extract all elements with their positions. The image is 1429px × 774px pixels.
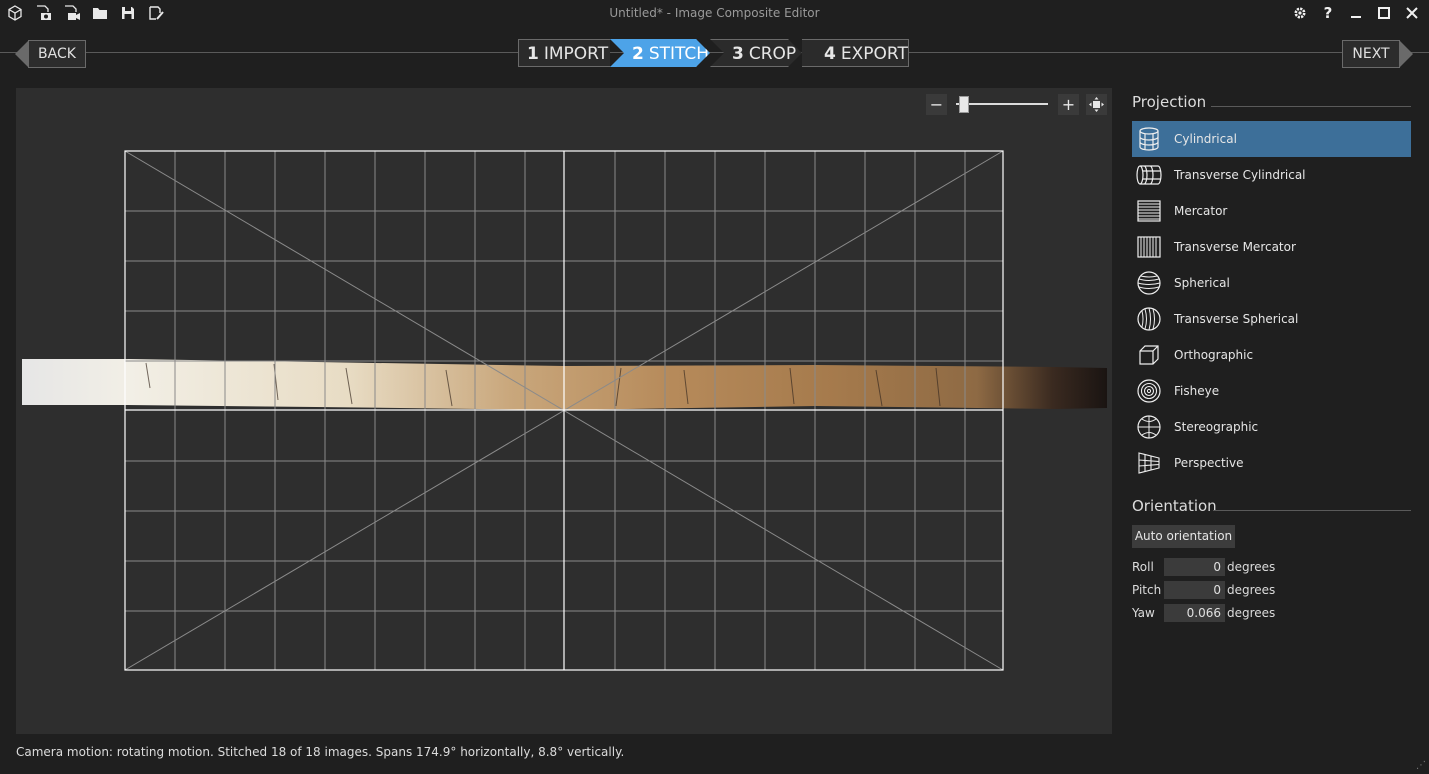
maximize-icon[interactable] (1371, 3, 1397, 23)
pitch-unit: degrees (1227, 583, 1276, 597)
projection-mercator[interactable]: Mercator (1132, 193, 1411, 229)
auto-orientation-button[interactable]: Auto orientation (1132, 525, 1235, 548)
back-button[interactable]: BACK (28, 40, 86, 68)
minimize-icon[interactable] (1343, 3, 1369, 23)
step-number: 1 (527, 44, 539, 64)
new-from-camera-icon[interactable] (35, 4, 53, 22)
step-label: EXPORT (840, 44, 908, 64)
zoom-slider[interactable] (956, 103, 1048, 105)
projection-label: Perspective (1174, 456, 1244, 470)
yaw-unit: degrees (1227, 606, 1276, 620)
spherical-icon (1137, 271, 1161, 295)
help-icon[interactable]: ? (1315, 3, 1341, 23)
orientation-title: Orientation (1132, 497, 1217, 515)
projection-grid (22, 150, 1107, 671)
step-export[interactable]: 4 EXPORT (802, 39, 909, 67)
projection-stereographic[interactable]: Stereographic (1132, 409, 1411, 445)
yaw-input[interactable]: 0.066 (1164, 604, 1225, 622)
zoom-out-button[interactable]: − (926, 94, 947, 115)
zoom-slider-thumb[interactable] (959, 96, 970, 113)
projection-label: Cylindrical (1174, 132, 1237, 146)
new-project-icon[interactable] (6, 4, 24, 22)
projection-divider (1211, 106, 1411, 107)
zoom-in-button[interactable]: + (1058, 94, 1079, 115)
transverse-mercator-icon (1137, 236, 1161, 258)
step-crop[interactable]: 3 CROP (710, 39, 802, 67)
projection-orthographic[interactable]: Orthographic (1132, 337, 1411, 373)
resize-grip-icon[interactable]: ⋰ (1416, 760, 1426, 771)
yaw-label: Yaw (1132, 606, 1155, 620)
orthographic-icon (1139, 345, 1159, 365)
projection-spherical[interactable]: Spherical (1132, 265, 1411, 301)
fit-to-window-icon[interactable] (1086, 94, 1107, 115)
projection-label: Orthographic (1174, 348, 1254, 362)
save-icon[interactable] (119, 4, 137, 22)
step-stitch[interactable]: 2 STITCH (610, 39, 710, 67)
perspective-icon (1138, 452, 1160, 474)
new-from-video-icon[interactable] (63, 4, 81, 22)
settings-icon[interactable] (1287, 3, 1313, 23)
pitch-label: Pitch (1132, 583, 1162, 597)
fisheye-icon (1137, 379, 1161, 403)
open-icon[interactable] (91, 4, 109, 22)
projection-perspective[interactable]: Perspective (1132, 445, 1411, 481)
nav-divider (0, 52, 1429, 53)
step-number: 3 (732, 44, 744, 64)
next-button[interactable]: NEXT (1342, 40, 1400, 68)
stereographic-icon (1137, 415, 1161, 439)
cylindrical-icon (1139, 127, 1159, 151)
step-label: STITCH (648, 44, 710, 64)
roll-input[interactable]: 0 (1164, 558, 1225, 576)
transverse-cylindrical-icon (1136, 165, 1162, 185)
stitch-preview-canvas[interactable] (16, 88, 1112, 734)
status-text: Camera motion: rotating motion. Stitched… (16, 745, 625, 759)
projection-label: Transverse Spherical (1174, 312, 1299, 326)
roll-label: Roll (1132, 560, 1154, 574)
transverse-spherical-icon (1137, 307, 1161, 331)
window-title: Untitled* - Image Composite Editor (609, 6, 820, 20)
projection-transverse-cylindrical[interactable]: Transverse Cylindrical (1132, 157, 1411, 193)
step-number: 2 (632, 44, 644, 64)
projection-label: Transverse Mercator (1174, 240, 1296, 254)
step-label: IMPORT (543, 44, 609, 64)
projection-label: Stereographic (1174, 420, 1259, 434)
export-icon[interactable] (147, 4, 165, 22)
pitch-input[interactable]: 0 (1164, 581, 1225, 599)
projection-cylindrical[interactable]: Cylindrical (1132, 121, 1411, 157)
projection-fisheye[interactable]: Fisheye (1132, 373, 1411, 409)
projection-title: Projection (1132, 93, 1207, 111)
projection-transverse-mercator[interactable]: Transverse Mercator (1132, 229, 1411, 265)
back-arrow-icon[interactable] (15, 40, 29, 68)
step-number: 4 (824, 44, 836, 64)
step-import[interactable]: 1 IMPORT (518, 39, 610, 67)
next-arrow-icon[interactable] (1399, 40, 1413, 68)
step-label: CROP (748, 44, 797, 64)
projection-label: Mercator (1174, 204, 1228, 218)
roll-unit: degrees (1227, 560, 1276, 574)
projection-label: Transverse Cylindrical (1174, 168, 1306, 182)
projection-label: Fisheye (1174, 384, 1220, 398)
mercator-icon (1137, 200, 1161, 222)
close-icon[interactable] (1399, 3, 1425, 23)
orientation-divider (1213, 510, 1411, 511)
projection-label: Spherical (1174, 276, 1230, 290)
projection-transverse-spherical[interactable]: Transverse Spherical (1132, 301, 1411, 337)
